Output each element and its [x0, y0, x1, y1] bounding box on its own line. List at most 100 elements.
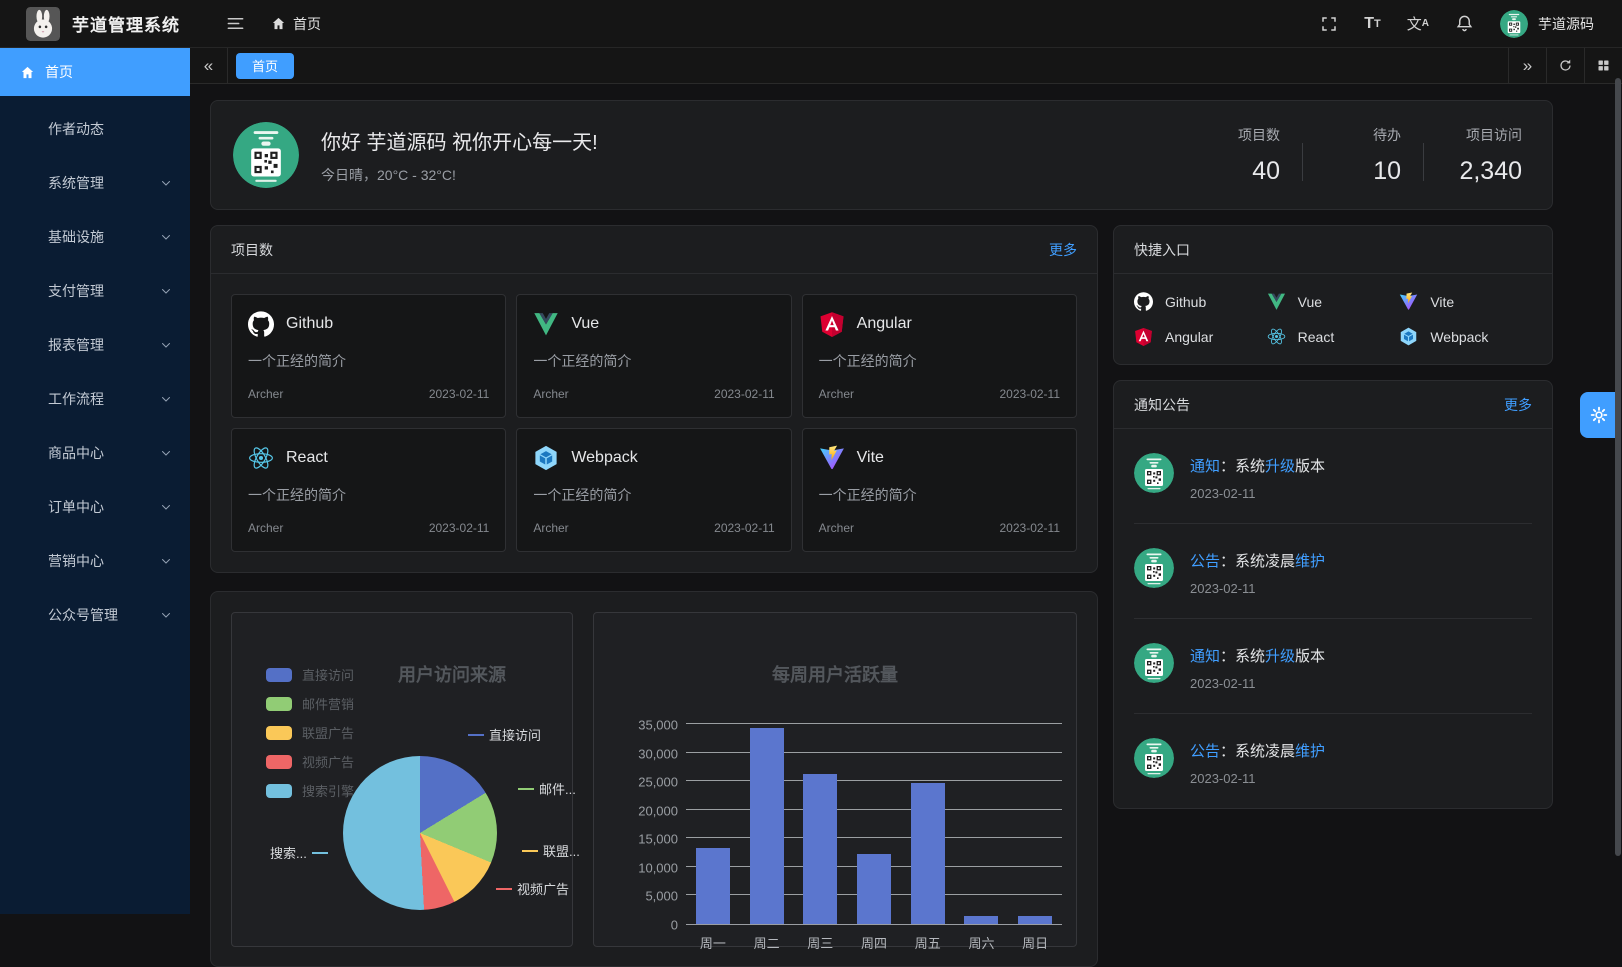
x-tick-label: 周二	[740, 933, 794, 952]
shortcut-Vite[interactable]: Vite	[1399, 292, 1532, 311]
tabs-scroll-left-icon[interactable]: «	[190, 48, 228, 84]
bar-周四[interactable]	[857, 854, 891, 925]
notice-item[interactable]: 通知：系统升级版本 2023-02-11	[1134, 618, 1532, 713]
callout-line	[522, 850, 538, 852]
project-author: Archer	[819, 521, 854, 535]
chevron-down-icon	[160, 609, 172, 621]
tab-首页[interactable]: 首页	[236, 53, 294, 79]
shortcut-label: Angular	[1165, 329, 1213, 345]
bar-周一[interactable]	[696, 848, 730, 924]
y-tick-label: 25,000	[638, 775, 678, 790]
bar-周二[interactable]	[750, 728, 784, 924]
legend-label: 联盟广告	[302, 723, 354, 742]
notice-title: 通知：系统升级版本	[1190, 645, 1325, 666]
github-icon	[1134, 292, 1153, 311]
pie-chart-panel: 用户访问来源 直接访问 邮件营销 联盟广告 视频广告 搜索引擎 直接访问 邮件.…	[231, 612, 573, 947]
project-card-Angular[interactable]: Angular 一个正经的简介 Archer 2023-02-11	[802, 294, 1077, 418]
bar-周六[interactable]	[964, 916, 998, 924]
refresh-icon[interactable]	[1546, 48, 1584, 84]
legend-item-直接访问[interactable]: 直接访问	[266, 665, 354, 684]
sidebar-item-报表管理[interactable]: 报表管理	[0, 318, 190, 372]
notification-bell-icon[interactable]	[1455, 14, 1474, 33]
chevron-down-icon	[160, 339, 172, 351]
sidebar-item-营销中心[interactable]: 营销中心	[0, 534, 190, 588]
legend-item-邮件营销[interactable]: 邮件营销	[266, 694, 354, 713]
language-icon[interactable]: 文A	[1407, 13, 1429, 34]
shortcut-Webpack[interactable]: Webpack	[1399, 327, 1532, 346]
chevron-down-icon	[160, 177, 172, 189]
shortcut-React[interactable]: React	[1267, 327, 1400, 346]
notice-title: 公告：系统凌晨维护	[1190, 740, 1325, 761]
shortcut-Github[interactable]: Github	[1134, 292, 1267, 311]
stat-value: 40	[1204, 157, 1280, 186]
sidebar-item-订单中心[interactable]: 订单中心	[0, 480, 190, 534]
shortcut-Angular[interactable]: Angular	[1134, 327, 1267, 346]
notice-item[interactable]: 通知：系统升级版本 2023-02-11	[1134, 429, 1532, 523]
notice-date: 2023-02-11	[1190, 676, 1325, 691]
sidebar-item-作者动态[interactable]: 作者动态	[0, 102, 190, 156]
bar-周三[interactable]	[803, 774, 837, 924]
notice-list: 通知：系统升级版本 2023-02-11 公告：系统凌晨维护 2023-02-1…	[1114, 429, 1552, 808]
project-description: 一个正经的简介	[819, 485, 1060, 505]
sidebar-item-label: 系统管理	[48, 173, 104, 193]
stat-label: 项目访问	[1446, 125, 1522, 145]
bar-chart-panel: 每周用户活跃量 0 5,000 10,000 15,000 20,000 25,…	[593, 612, 1077, 947]
notices-more-link[interactable]: 更多	[1504, 395, 1532, 415]
bar-slot	[793, 774, 847, 924]
notice-item[interactable]: 公告：系统凌晨维护 2023-02-11	[1134, 523, 1532, 618]
shortcut-label: Github	[1165, 294, 1206, 310]
projects-more-link[interactable]: 更多	[1049, 240, 1077, 260]
user-menu[interactable]: 芋道源码	[1500, 10, 1594, 38]
legend-item-搜索引擎[interactable]: 搜索引擎	[266, 781, 354, 800]
sidebar-item-系统管理[interactable]: 系统管理	[0, 156, 190, 210]
angular-icon	[819, 311, 845, 337]
sidebar-item-支付管理[interactable]: 支付管理	[0, 264, 190, 318]
project-card-Webpack[interactable]: Webpack 一个正经的简介 Archer 2023-02-11	[516, 428, 791, 552]
collapse-menu-icon[interactable]	[226, 14, 245, 33]
legend-item-联盟广告[interactable]: 联盟广告	[266, 723, 354, 742]
fullscreen-icon[interactable]	[1320, 15, 1338, 33]
breadcrumb[interactable]: 首页	[271, 14, 321, 34]
page-scrollbar[interactable]	[1615, 78, 1621, 856]
notice-avatar-image	[1134, 738, 1174, 778]
project-author: Archer	[533, 521, 568, 535]
notice-item[interactable]: 公告：系统凌晨维护 2023-02-11	[1134, 713, 1532, 808]
project-card-Vue[interactable]: Vue 一个正经的简介 Archer 2023-02-11	[516, 294, 791, 418]
project-card-Github[interactable]: Github 一个正经的简介 Archer 2023-02-11	[231, 294, 506, 418]
welcome-card: 你好 芋道源码 祝你开心每一天! 今日晴，20°C - 32°C! 项目数 40…	[210, 100, 1553, 210]
sidebar-item-工作流程[interactable]: 工作流程	[0, 372, 190, 426]
sidebar-item-基础设施[interactable]: 基础设施	[0, 210, 190, 264]
sidebar-item-首页[interactable]: 首页	[0, 48, 190, 96]
projects-grid: Github 一个正经的简介 Archer 2023-02-11 Vue 一个正…	[211, 274, 1097, 572]
tabs-scroll-right-icon[interactable]: »	[1508, 48, 1546, 84]
react-icon	[248, 445, 274, 471]
bar-周五[interactable]	[911, 783, 945, 924]
legend-swatch	[266, 784, 292, 798]
bar-周日[interactable]	[1018, 916, 1052, 924]
sidebar-item-公众号管理[interactable]: 公众号管理	[0, 588, 190, 642]
project-date: 2023-02-11	[1000, 387, 1061, 401]
project-card-Vite[interactable]: Vite 一个正经的简介 Archer 2023-02-11	[802, 428, 1077, 552]
bar-slot	[686, 848, 740, 924]
notice-avatar-image	[1134, 453, 1174, 493]
theme-settings-button[interactable]	[1580, 392, 1618, 438]
y-tick-label: 5,000	[645, 889, 678, 904]
sidebar-item-商品中心[interactable]: 商品中心	[0, 426, 190, 480]
username: 芋道源码	[1538, 14, 1594, 34]
shortcut-Vue[interactable]: Vue	[1267, 292, 1400, 311]
stat-value: 2,340	[1446, 157, 1522, 186]
font-size-icon[interactable]: TT	[1364, 15, 1381, 33]
bar-x-axis-labels: 周一 周二 周三 周四 周五 周六 周日	[686, 933, 1062, 952]
bar-slot	[847, 854, 901, 925]
shortcuts-grid: Github Vue Vite Angular React Webpack	[1114, 274, 1552, 364]
project-card-React[interactable]: React 一个正经的简介 Archer 2023-02-11	[231, 428, 506, 552]
project-description: 一个正经的简介	[819, 351, 1060, 371]
sidebar-item-label: 商品中心	[48, 443, 104, 463]
shortcuts-card: 快捷入口 Github Vue Vite Angular React Webpa…	[1113, 225, 1553, 365]
tab-strip: 首页	[228, 53, 1508, 79]
legend-item-视频广告[interactable]: 视频广告	[266, 752, 354, 771]
y-tick-label: 10,000	[638, 860, 678, 875]
home-icon	[20, 65, 35, 80]
shortcut-label: Vue	[1298, 294, 1322, 310]
x-tick-label: 周六	[955, 933, 1009, 952]
